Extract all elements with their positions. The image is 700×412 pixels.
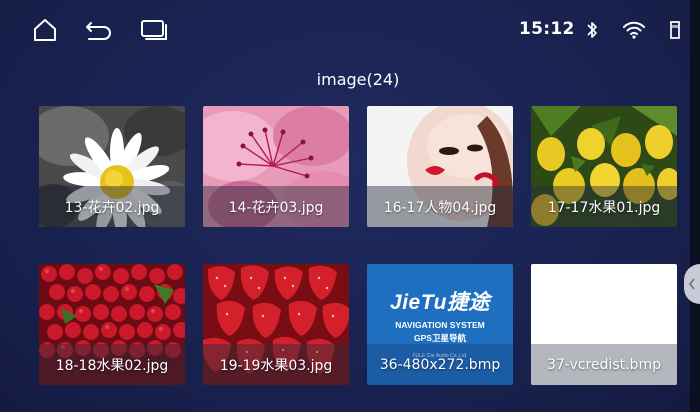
folder-title: image(24): [316, 70, 400, 89]
thumbnail-caption: 14-花卉03.jpg: [203, 186, 349, 227]
thumbnail-item[interactable]: 37-vcredist.bmp: [531, 264, 677, 385]
screen: 15:12 image(24) 13-花卉02.jpg 14-花卉03.jpg …: [0, 0, 690, 412]
status-bar: 15:12: [0, 0, 690, 60]
thumbnail-item[interactable]: 14-花卉03.jpg: [203, 106, 349, 227]
thumbnail-item[interactable]: 18-18水果02.jpg: [39, 264, 185, 385]
screen-bezel: [690, 0, 700, 412]
back-icon[interactable]: [83, 16, 113, 44]
thumbnail-item[interactable]: JieTu捷途 NAVIGATION SYSTEM GPS卫星导航 FULE C…: [367, 264, 513, 385]
thumbnail-caption: 17-17水果01.jpg: [531, 186, 677, 227]
thumbnail-item[interactable]: 19-19水果03.jpg: [203, 264, 349, 385]
thumbnail-item[interactable]: 16-17人物04.jpg: [367, 106, 513, 227]
thumbnail-item[interactable]: 17-17水果01.jpg: [531, 106, 677, 227]
logo-line1: NAVIGATION SYSTEM: [395, 320, 485, 330]
logo-line2: GPS卫星导航: [414, 333, 466, 343]
logo-brand: JieTu捷途: [390, 291, 490, 314]
storage-icon: [660, 16, 690, 44]
thumbnail-caption: 13-花卉02.jpg: [39, 186, 185, 227]
wifi-icon: [619, 16, 649, 44]
thumbnail-caption: 36-480x272.bmp: [367, 344, 513, 385]
thumbnail-caption: 18-18水果02.jpg: [39, 344, 185, 385]
thumbnail-caption: 37-vcredist.bmp: [531, 344, 677, 385]
clock: 15:12: [519, 19, 575, 39]
thumbnail-caption: 16-17人物04.jpg: [367, 186, 513, 227]
bluetooth-icon: [577, 16, 607, 44]
chevron-left-icon: [688, 278, 695, 290]
thumbnail-item[interactable]: 13-花卉02.jpg: [39, 106, 185, 227]
home-icon[interactable]: [30, 16, 60, 44]
thumbnail-caption: 19-19水果03.jpg: [203, 344, 349, 385]
recent-apps-icon[interactable]: [139, 16, 169, 44]
